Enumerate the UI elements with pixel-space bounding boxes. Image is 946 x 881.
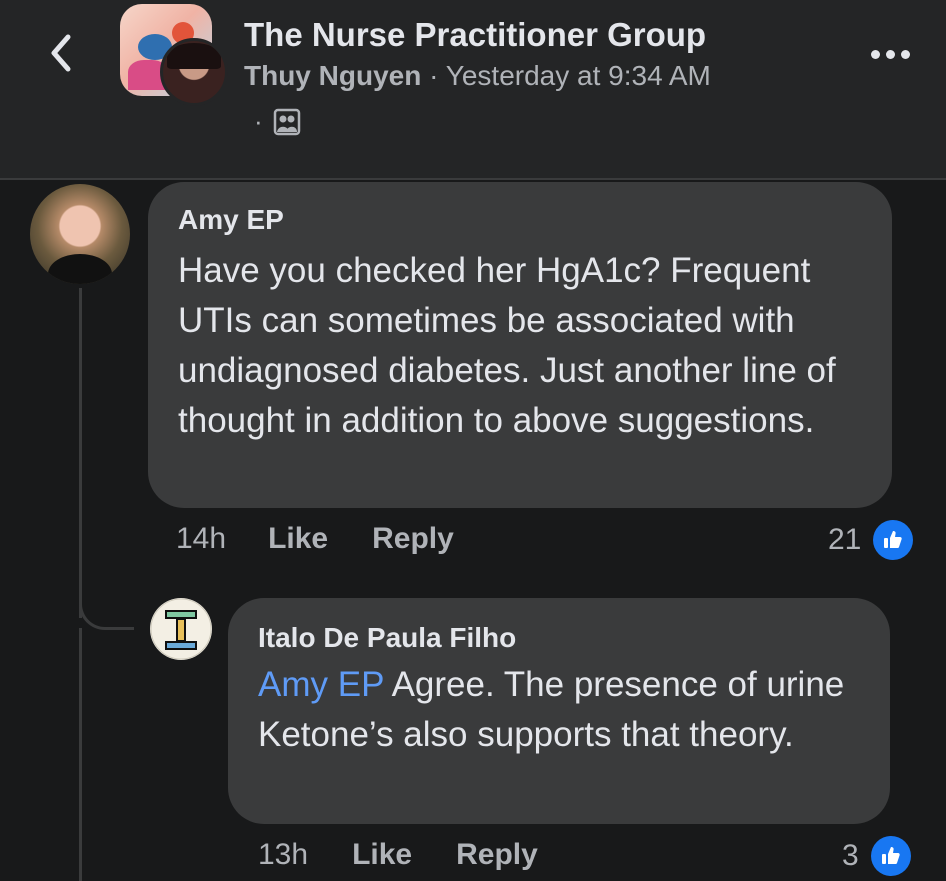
commenter-avatar-art (48, 254, 112, 284)
like-button[interactable]: Like (268, 522, 328, 556)
author-avatar[interactable] (160, 38, 228, 106)
monogram-i-icon (150, 598, 212, 660)
commenter-avatar[interactable] (30, 184, 130, 284)
reaction-summary[interactable]: 3 (842, 836, 911, 876)
reply-button[interactable]: Reply (372, 522, 454, 556)
meta-separator: · (429, 60, 439, 91)
reply-actions: 13h Like Reply (258, 838, 538, 872)
reply-text: Amy EP Agree. The presence of urine Keto… (258, 660, 878, 760)
header-divider (0, 178, 946, 180)
thumbs-up-icon (881, 847, 900, 864)
thread-line (79, 628, 82, 881)
post-audience: · (254, 106, 301, 137)
more-options-icon (900, 49, 910, 59)
reaction-summary[interactable]: 21 (828, 520, 914, 560)
post-timestamp[interactable]: Yesterday at 9:34 AM (446, 60, 711, 91)
more-options-icon (885, 49, 895, 59)
post-meta: Thuy Nguyen · Yesterday at 9:34 AM (244, 60, 711, 92)
like-reaction-icon (870, 836, 911, 876)
commenter-name[interactable]: Amy EP (178, 204, 284, 236)
like-reaction-icon (873, 520, 914, 560)
thread-line (79, 288, 82, 618)
replier-avatar[interactable] (150, 598, 212, 660)
mention-link[interactable]: Amy EP (258, 665, 384, 704)
comment-bubble: Amy EP Have you checked her HgA1c? Frequ… (148, 182, 892, 508)
back-button[interactable] (38, 30, 84, 76)
reply-time[interactable]: 13h (258, 838, 308, 872)
reply-button[interactable]: Reply (456, 838, 538, 872)
reaction-count: 21 (828, 523, 862, 556)
audience-dot: · (254, 106, 263, 136)
group-name[interactable]: The Nurse Practitioner Group (244, 16, 706, 54)
more-options-button[interactable] (860, 36, 920, 72)
thumbs-up-icon (884, 531, 903, 548)
comment-time[interactable]: 14h (176, 522, 226, 556)
comment-text: Have you checked her HgA1c? Frequent UTI… (178, 251, 836, 440)
post-author[interactable]: Thuy Nguyen (244, 60, 421, 91)
like-button[interactable]: Like (352, 838, 412, 872)
reply-bubble: Italo De Paula Filho Amy EP Agree. The p… (228, 598, 890, 824)
author-avatar-art (167, 43, 221, 69)
reaction-count: 3 (842, 839, 859, 872)
comment-actions: 14h Like Reply (176, 522, 454, 556)
replier-name[interactable]: Italo De Paula Filho (258, 622, 516, 654)
thread-connector (79, 585, 134, 630)
more-options-icon (870, 49, 880, 59)
chevron-left-icon (51, 34, 71, 72)
group-audience-icon (273, 108, 300, 135)
